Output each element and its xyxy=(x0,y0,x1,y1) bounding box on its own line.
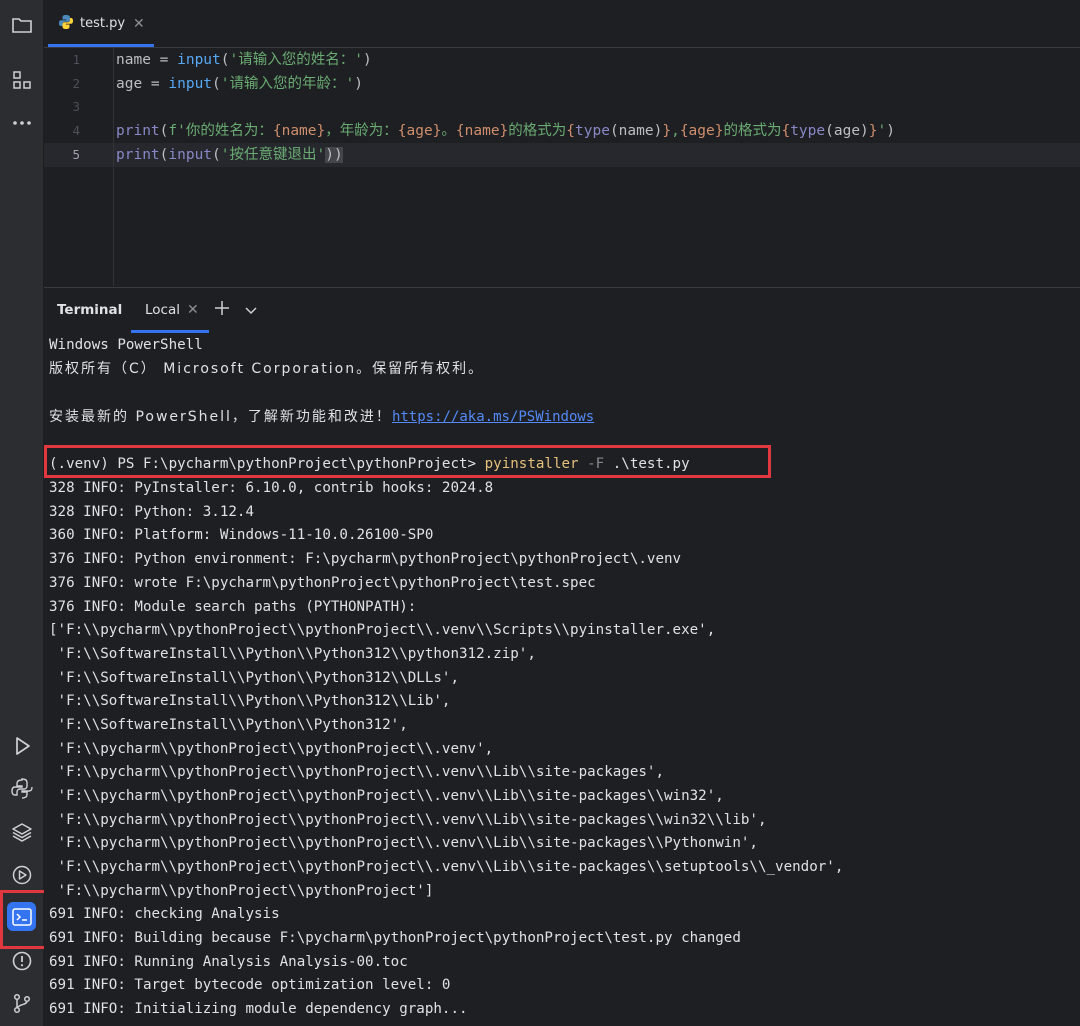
terminal-line: 691 INFO: checking Analysis xyxy=(49,906,280,922)
git-icon[interactable] xyxy=(7,988,36,1017)
terminal-line: 691 INFO: Building because F:\pycharm\py… xyxy=(49,930,741,946)
close-terminal-tab-icon[interactable]: ✕ xyxy=(187,288,199,333)
terminal-line: 'F:\\pycharm\\pythonProject\\pythonProje… xyxy=(49,883,434,899)
terminal-output[interactable]: Windows PowerShell 版权所有（C） Microsoft Cor… xyxy=(44,333,1080,1026)
python-file-icon xyxy=(58,14,74,34)
terminal-line: 328 INFO: PyInstaller: 6.10.0, contrib h… xyxy=(49,480,494,496)
terminal-line: 'F:\\pycharm\\pythonProject\\pythonProje… xyxy=(49,788,724,804)
terminal-line: 691 INFO: Running Analysis Analysis-00.t… xyxy=(49,954,408,970)
close-tab-icon[interactable]: ✕ xyxy=(133,16,145,32)
terminal-line: 'F:\\pycharm\\pythonProject\\pythonProje… xyxy=(49,764,664,780)
run-icon[interactable] xyxy=(7,731,36,760)
problems-icon[interactable] xyxy=(7,946,36,975)
layers-icon[interactable] xyxy=(7,817,36,846)
terminal-line: 'F:\\SoftwareInstall\\Python\\Python312\… xyxy=(49,670,459,686)
chevron-down-icon[interactable] xyxy=(244,302,258,321)
editor-tab-test-py[interactable]: test.py ✕ xyxy=(44,0,154,47)
line-number: 3 xyxy=(72,99,80,114)
terminal-header: Terminal Local ✕ xyxy=(44,287,1080,333)
code-line-2: age = input('请输入您的年龄：') xyxy=(116,76,363,92)
line-number-gutter: 1 2 3 4 5 xyxy=(44,48,114,286)
powershell-link[interactable]: https://aka.ms/PSWindows xyxy=(392,409,594,425)
terminal-line: 376 INFO: Module search paths (PYTHONPAT… xyxy=(49,599,417,615)
terminal-line: 'F:\\pycharm\\pythonProject\\pythonProje… xyxy=(49,812,767,828)
terminal-line: 'F:\\SoftwareInstall\\Python\\Python312\… xyxy=(49,646,536,662)
terminal-update-line: 安装最新的 PowerShell，了解新功能和改进！https://aka.ms… xyxy=(49,409,595,425)
line-number: 4 xyxy=(72,123,80,138)
structure-icon[interactable] xyxy=(7,65,36,94)
terminal-line: 'F:\\SoftwareInstall\\Python\\Python312\… xyxy=(49,693,451,709)
terminal-line: 版权所有（C） Microsoft Corporation。保留所有权利。 xyxy=(49,361,485,377)
terminal-line: 376 INFO: wrote F:\pycharm\pythonProject… xyxy=(49,575,596,591)
services-icon[interactable] xyxy=(7,860,36,889)
terminal-title: Terminal xyxy=(57,302,123,318)
code-line-4: print(f'你的姓名为：{name}，年龄为：{age}。{name}的格式… xyxy=(116,123,895,139)
terminal-line: 691 INFO: Target bytecode optimization l… xyxy=(49,977,451,993)
command-highlight-box xyxy=(44,445,771,478)
terminal-line: Windows PowerShell xyxy=(49,337,203,353)
terminal-line: 376 INFO: Python environment: F:\pycharm… xyxy=(49,551,682,567)
code-editor[interactable]: 1 2 3 4 5 name = input('请输入您的姓名：') age =… xyxy=(44,48,1080,286)
terminal-line: 691 INFO: Initializing module dependency… xyxy=(49,1001,468,1017)
folder-icon[interactable] xyxy=(7,10,36,39)
line-number: 5 xyxy=(72,147,80,162)
terminal-line: 'F:\\SoftwareInstall\\Python\\Python312'… xyxy=(49,717,408,733)
terminal-tab-local[interactable]: Local ✕ xyxy=(131,288,209,333)
code-line-1: name = input('请输入您的姓名：') xyxy=(116,52,372,68)
new-terminal-plus-icon[interactable] xyxy=(214,300,230,320)
more-icon[interactable] xyxy=(7,108,36,137)
terminal-line: 'F:\\pycharm\\pythonProject\\pythonProje… xyxy=(49,835,758,851)
terminal-line: 328 INFO: Python: 3.12.4 xyxy=(49,504,254,520)
terminal-line: ['F:\\pycharm\\pythonProject\\pythonProj… xyxy=(49,622,716,638)
editor-tab-bar: test.py ✕ xyxy=(44,0,1080,48)
python-console-icon[interactable] xyxy=(7,774,36,803)
line-number: 2 xyxy=(72,76,80,91)
line-number: 1 xyxy=(72,52,80,67)
terminal-line: 360 INFO: Platform: Windows-11-10.0.2610… xyxy=(49,527,434,543)
terminal-line: 'F:\\pycharm\\pythonProject\\pythonProje… xyxy=(49,741,494,757)
editor-tab-label: test.py xyxy=(80,16,126,31)
terminal-tab-label: Local xyxy=(145,302,180,318)
active-tab-indicator xyxy=(48,44,154,47)
code-line-5: print(input('按任意键退出')) xyxy=(116,147,343,163)
tool-window-strip xyxy=(0,0,44,1026)
terminal-line: 'F:\\pycharm\\pythonProject\\pythonProje… xyxy=(49,859,844,875)
